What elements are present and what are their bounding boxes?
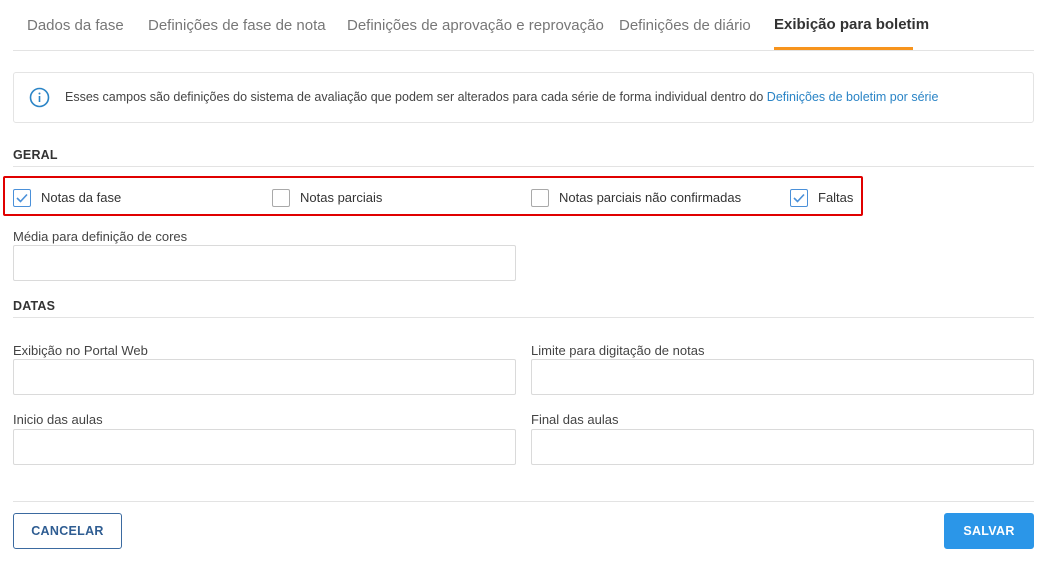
exibicao-portal-web-label: Exibição no Portal Web	[13, 343, 148, 358]
tab-bar: Dados da fase Definições de fase de nota…	[13, 0, 1034, 51]
tab-definicoes-aprovacao-reprovacao[interactable]: Definições de aprovação e reprovação	[347, 17, 604, 34]
checkbox-box[interactable]	[13, 188, 31, 207]
checkbox-label: Notas parciais	[300, 190, 383, 205]
checkbox-notas-parciais[interactable]: Notas parciais	[272, 188, 382, 207]
info-message: Esses campos são definições do sistema d…	[65, 90, 767, 104]
tab-definicoes-fase-nota[interactable]: Definições de fase de nota	[148, 17, 326, 34]
checkbox-label: Faltas	[818, 190, 854, 205]
cancel-button[interactable]: CANCELAR	[13, 513, 122, 549]
section-divider	[13, 317, 1034, 318]
info-banner: Esses campos são definições do sistema d…	[13, 72, 1034, 123]
media-cores-input[interactable]	[13, 245, 516, 281]
checkbox-notas-parciais-nao-confirmadas[interactable]: Notas parciais não confirmadas	[531, 188, 741, 207]
info-text: Esses campos são definições do sistema d…	[65, 90, 938, 104]
checkbox-label: Notas da fase	[41, 190, 122, 205]
limite-digitacao-input[interactable]	[531, 359, 1034, 395]
tab-exibicao-boletim[interactable]: Exibição para boletim	[774, 16, 929, 33]
media-cores-label: Média para definição de cores	[13, 229, 188, 244]
final-aulas-label: Final das aulas	[531, 412, 619, 427]
inicio-aulas-label: Inicio das aulas	[13, 412, 103, 427]
check-icon	[793, 193, 805, 203]
footer-divider	[13, 501, 1034, 502]
save-button[interactable]: SALVAR	[944, 513, 1034, 549]
info-circle-icon	[29, 87, 50, 108]
checkbox-label: Notas parciais não confirmadas	[559, 190, 742, 205]
checkbox-box[interactable]	[531, 188, 549, 207]
checkbox-faltas[interactable]: Faltas	[790, 188, 853, 207]
section-title-datas: DATAS	[13, 299, 56, 313]
tab-dados-da-fase[interactable]: Dados da fase	[27, 17, 124, 34]
checkbox-box[interactable]	[272, 188, 290, 207]
section-title-geral: GERAL	[13, 148, 58, 162]
limite-digitacao-label: Limite para digitação de notas	[531, 343, 705, 358]
definicoes-boletim-serie-link[interactable]: Definições de boletim por série	[767, 90, 939, 104]
checkbox-box[interactable]	[790, 188, 808, 207]
tab-definicoes-diario[interactable]: Definições de diário	[619, 17, 751, 34]
checkbox-notas-da-fase[interactable]: Notas da fase	[13, 188, 121, 207]
check-icon	[16, 193, 28, 203]
active-tab-indicator	[774, 47, 913, 50]
final-aulas-input[interactable]	[531, 429, 1034, 465]
inicio-aulas-input[interactable]	[13, 429, 516, 465]
exibicao-portal-web-input[interactable]	[13, 359, 516, 395]
section-divider	[13, 166, 1034, 167]
